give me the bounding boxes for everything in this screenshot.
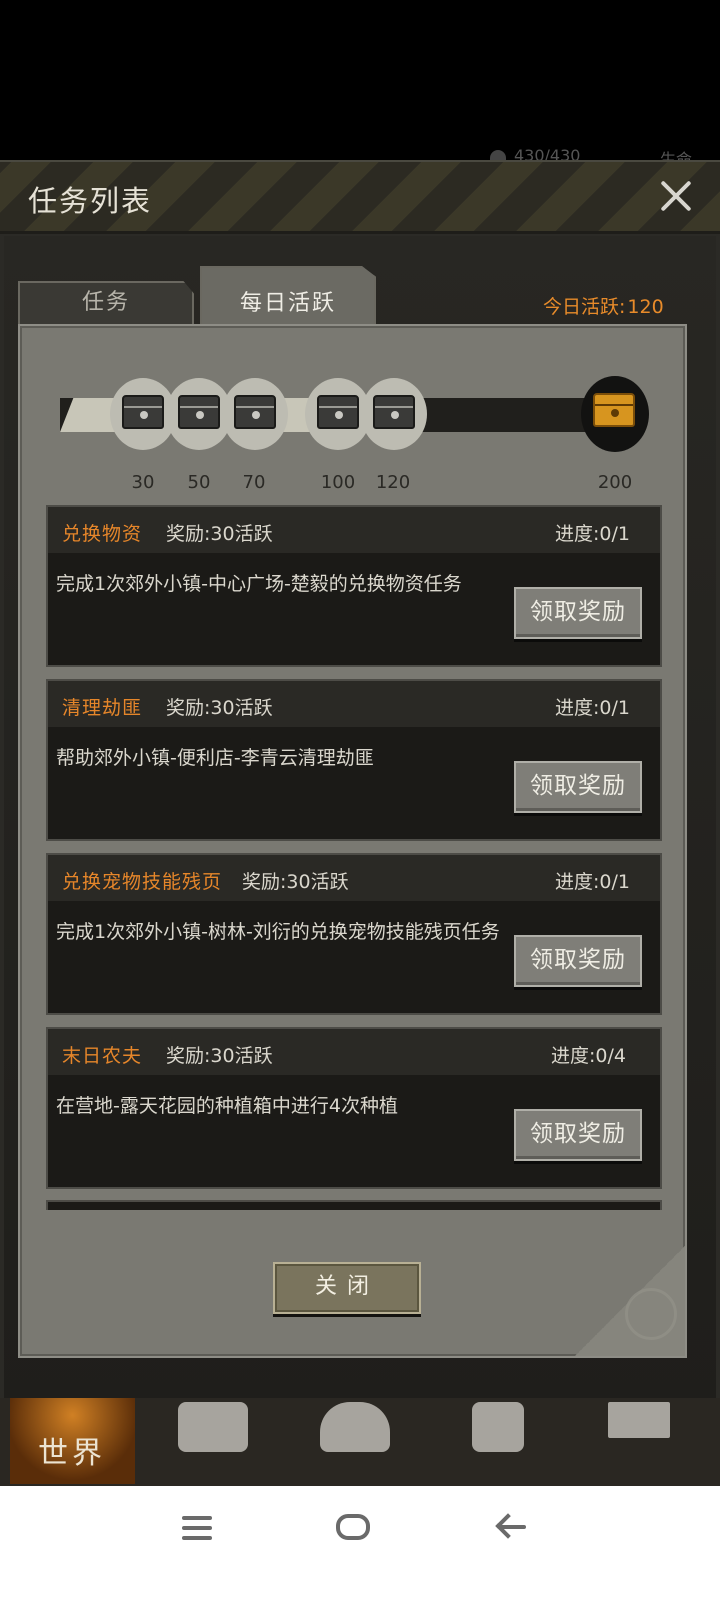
- dialog-header: 任务列表: [0, 162, 720, 234]
- reward-chest-120[interactable]: [361, 378, 427, 450]
- tab-daily-activity[interactable]: 每日活跃: [200, 266, 376, 326]
- task-card: 兑换物资 奖励:30活跃 进度:0/1 完成1次郊外小镇-中心广场-楚毅的兑换物…: [46, 505, 662, 667]
- claim-reward-button[interactable]: 领取奖励: [514, 761, 642, 813]
- task-name: 兑换宠物技能残页: [62, 871, 223, 893]
- task-card-header: 末日农夫 奖励:30活跃 进度:0/4: [48, 1029, 660, 1075]
- task-card-header: 兑换物资 奖励:30活跃 进度:0/1: [48, 507, 660, 553]
- reward-chest-70[interactable]: [222, 378, 288, 450]
- backpack-icon[interactable]: [178, 1402, 248, 1452]
- task-description: 完成1次郊外小镇-中心广场-楚毅的兑换物资任务: [56, 573, 462, 595]
- phone-icon[interactable]: [472, 1402, 524, 1452]
- task-name: 末日农夫: [62, 1045, 143, 1067]
- daily-activity-total: 今日活跃: 120: [543, 296, 664, 318]
- milestone-label: 50: [187, 472, 211, 493]
- task-description: 完成1次郊外小镇-树林-刘衍的兑换宠物技能残页任务: [56, 921, 500, 943]
- nav-world[interactable]: 世界: [10, 1398, 135, 1484]
- home-icon[interactable]: [336, 1514, 370, 1540]
- milestone-label: 100: [320, 472, 356, 493]
- task-reward: 奖励:30活跃: [166, 523, 273, 545]
- nav-world-label: 世界: [38, 1436, 106, 1471]
- chest-icon: [234, 395, 276, 429]
- milestone-label: 70: [242, 472, 266, 493]
- task-card: 兑换宠物技能残页 奖励:30活跃 进度:0/1 完成1次郊外小镇-树林-刘衍的兑…: [46, 853, 662, 1015]
- task-description: 帮助郊外小镇-便利店-李青云清理劫匪: [56, 747, 374, 769]
- screen: 430/430 生命 任务列表 任务 每日活跃 今日活跃: 120 30 50 7…: [0, 0, 720, 1600]
- back-icon[interactable]: [494, 1512, 530, 1542]
- recent-apps-icon[interactable]: [182, 1516, 212, 1546]
- task-card-partial: [46, 1200, 662, 1210]
- task-description: 在营地-露天花园的种植箱中进行4次种植: [56, 1095, 398, 1117]
- daily-activity-value: 120: [627, 296, 664, 318]
- chest-icon: [122, 395, 164, 429]
- task-name: 兑换物资: [62, 523, 143, 545]
- claim-reward-button[interactable]: 领取奖励: [514, 587, 642, 639]
- claim-reward-button[interactable]: 领取奖励: [514, 935, 642, 987]
- milestone-label: 120: [375, 472, 411, 493]
- task-progress: 进度:0/1: [555, 523, 630, 545]
- task-card-header: 清理劫匪 奖励:30活跃 进度:0/1: [48, 681, 660, 727]
- task-card: 清理劫匪 奖励:30活跃 进度:0/1 帮助郊外小镇-便利店-李青云清理劫匪 领…: [46, 679, 662, 841]
- reward-chest-200[interactable]: [581, 376, 649, 452]
- character-head-icon[interactable]: [320, 1402, 390, 1452]
- dialog-title: 任务列表: [28, 184, 153, 218]
- game-bottom-nav: 世界: [0, 1398, 720, 1486]
- task-progress: 进度:0/1: [555, 697, 630, 719]
- android-nav-bar: [0, 1486, 720, 1600]
- close-button[interactable]: 关闭: [273, 1262, 421, 1314]
- milestone-label: 200: [597, 472, 633, 493]
- task-reward: 奖励:30活跃: [166, 697, 273, 719]
- radiation-icon: [625, 1288, 677, 1340]
- chest-icon: [317, 395, 359, 429]
- chest-icon: [373, 395, 415, 429]
- task-card: 末日农夫 奖励:30活跃 进度:0/4 在营地-露天花园的种植箱中进行4次种植 …: [46, 1027, 662, 1189]
- milestone-label: 30: [131, 472, 155, 493]
- tab-tasks[interactable]: 任务: [18, 281, 194, 326]
- cart-icon[interactable]: [608, 1402, 670, 1438]
- task-progress: 进度:0/1: [555, 871, 630, 893]
- task-reward: 奖励:30活跃: [242, 871, 349, 893]
- task-progress: 进度:0/4: [551, 1045, 626, 1067]
- claim-reward-button[interactable]: 领取奖励: [514, 1109, 642, 1161]
- gold-chest-icon: [593, 393, 635, 427]
- daily-activity-label: 今日活跃: [543, 296, 620, 318]
- task-name: 清理劫匪: [62, 697, 143, 719]
- task-reward: 奖励:30活跃: [166, 1045, 273, 1067]
- close-icon[interactable]: [654, 174, 698, 218]
- task-card-header: 兑换宠物技能残页 奖励:30活跃 进度:0/1: [48, 855, 660, 901]
- chest-icon: [178, 395, 220, 429]
